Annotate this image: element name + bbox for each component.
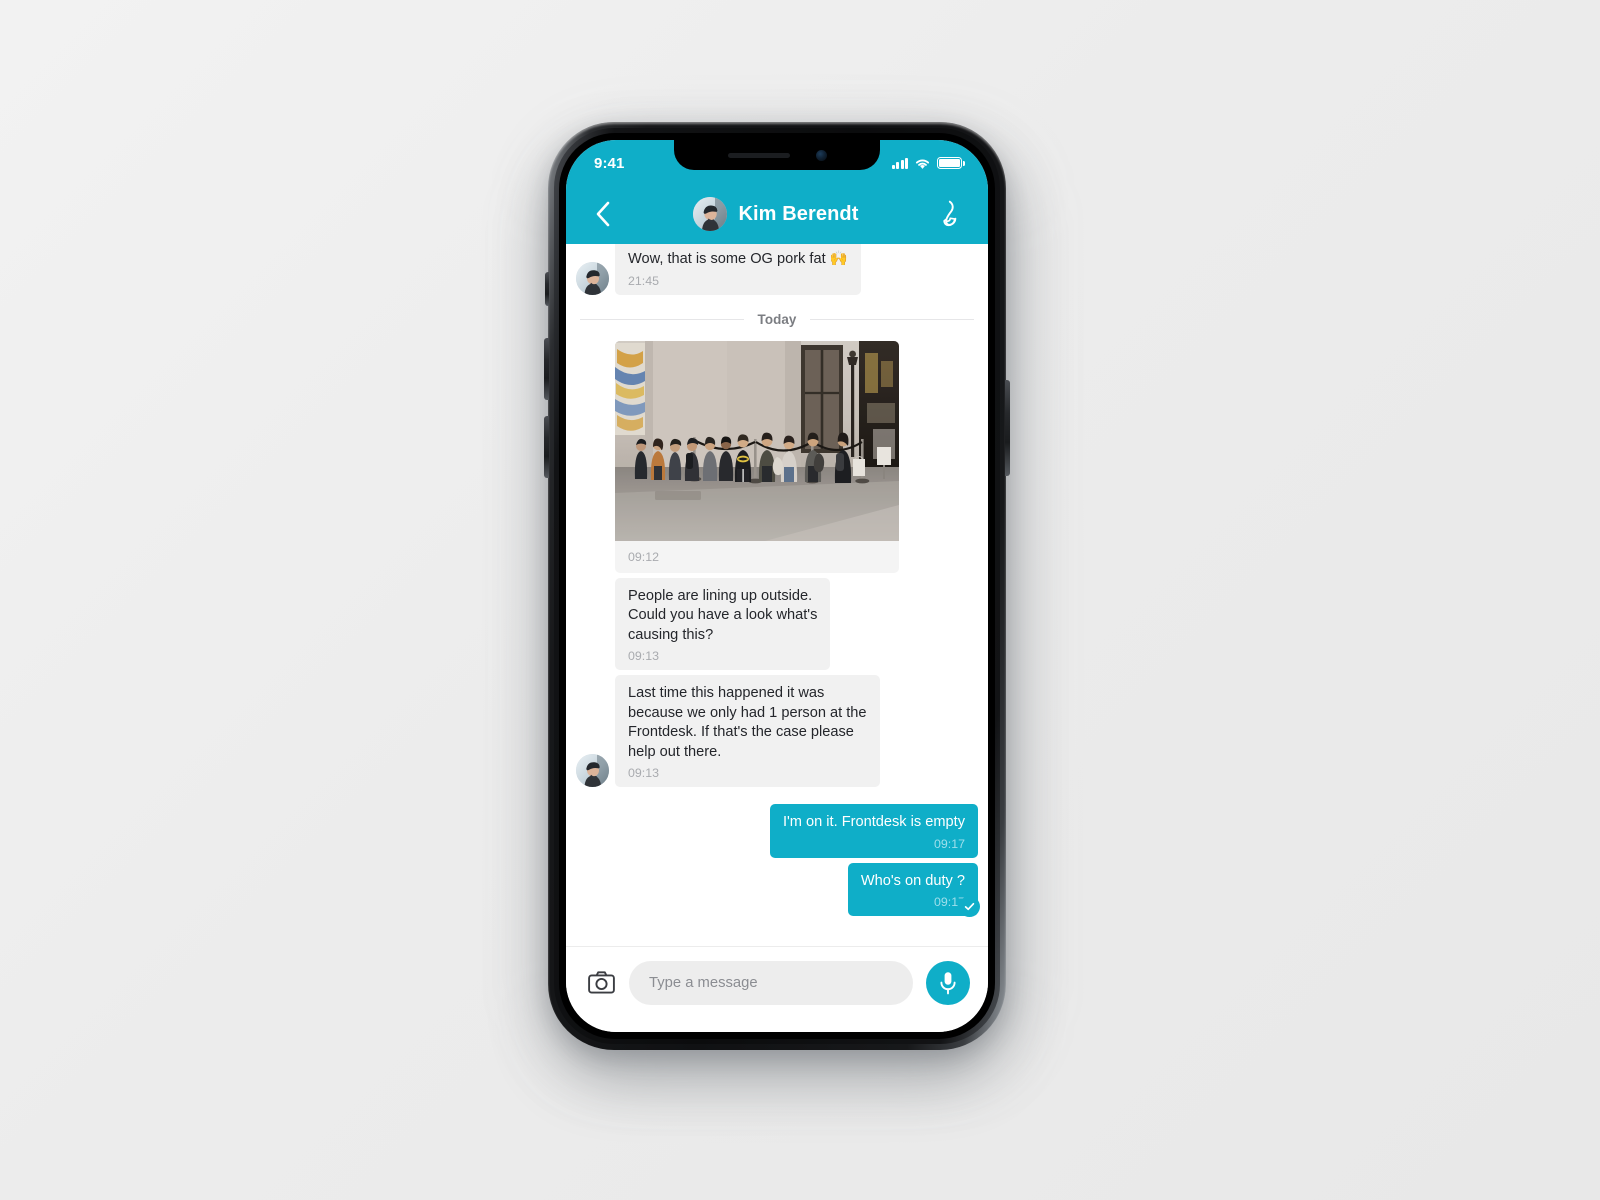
phone-device: 9:41 Kim Berendt Wow, that is some OG po…: [544, 122, 1018, 1060]
message-row[interactable]: 09:12: [566, 340, 988, 573]
message-text: Last time this happened it was because w…: [628, 685, 867, 760]
camera-icon: [587, 971, 615, 994]
message-input[interactable]: [629, 960, 913, 1005]
notch: [674, 140, 880, 170]
camera-button[interactable]: [586, 968, 616, 998]
message-bubble[interactable]: People are lining up outside. Could you …: [615, 577, 831, 670]
message-time: 09:12: [628, 549, 660, 564]
message-row-outgoing[interactable]: Who's on duty ? 09:17: [566, 862, 988, 916]
check-circle-icon: [964, 902, 975, 911]
device-frame: 9:41 Kim Berendt Wow, that is some OG po…: [544, 122, 1010, 1050]
avatar: [576, 261, 609, 295]
message-row[interactable]: Last time this happened it was because w…: [566, 675, 988, 787]
chevron-left-icon: [596, 201, 610, 227]
message-list[interactable]: Wow, that is some OG pork fat 🙌 21:45 To…: [566, 244, 988, 946]
signal-bars-icon: [891, 157, 908, 169]
call-button[interactable]: [932, 197, 966, 231]
divider-line-right: [810, 318, 975, 320]
message-text: Who's on duty ?: [860, 872, 965, 889]
silent-switch-button[interactable]: [545, 272, 549, 306]
phone-screen: 9:41 Kim Berendt Wow, that is some OG po…: [566, 140, 988, 1032]
message-time: 09:17: [933, 895, 965, 909]
status-badge: [959, 896, 980, 917]
message-text: Wow, that is some OG pork fat 🙌: [628, 251, 848, 267]
status-time: 9:41: [594, 154, 625, 172]
message-bubble-image[interactable]: 09:12: [615, 340, 899, 573]
message-time: 21:45: [628, 273, 660, 288]
day-divider-label: Today: [757, 311, 797, 327]
message-text: I'm on it. Frontdesk is empty: [782, 814, 965, 830]
back-button[interactable]: [586, 197, 620, 231]
contact-avatar: [693, 197, 728, 231]
wifi-icon: [915, 159, 930, 169]
volume-down-button[interactable]: [544, 416, 549, 478]
message-row-outgoing[interactable]: I'm on it. Frontdesk is empty 09:17: [566, 804, 988, 858]
message-bubble-outgoing[interactable]: I'm on it. Frontdesk is empty 09:17: [769, 804, 978, 858]
message-row[interactable]: Wow, that is some OG pork fat 🙌 21:45: [566, 244, 988, 295]
message-bubble[interactable]: Last time this happened it was because w…: [615, 675, 880, 787]
microphone-icon: [940, 971, 956, 994]
page-title: Kim Berendt: [738, 202, 859, 225]
message-row[interactable]: People are lining up outside. Could you …: [566, 577, 988, 670]
message-time: 09:17: [933, 836, 965, 851]
volume-up-button[interactable]: [544, 338, 549, 400]
front-camera-icon: [815, 149, 827, 161]
chat-header: Kim Berendt: [566, 184, 988, 244]
message-time: 09:13: [628, 649, 660, 663]
message-bubble[interactable]: Wow, that is some OG pork fat 🙌 21:45: [615, 244, 861, 295]
speaker-grille-icon: [727, 152, 790, 158]
message-time: 09:13: [628, 766, 660, 780]
header-contact[interactable]: Kim Berendt: [620, 197, 932, 231]
avatar: [576, 754, 609, 787]
day-divider: Today: [566, 300, 988, 341]
phone-call-icon: [943, 200, 957, 227]
battery-full-icon: [937, 157, 965, 169]
power-button[interactable]: [1005, 380, 1010, 476]
divider-line-left: [580, 318, 744, 320]
message-text: People are lining up outside. Could you …: [628, 587, 818, 643]
message-input-bar: [566, 946, 988, 1032]
status-icons: [891, 155, 965, 170]
voice-record-button[interactable]: [926, 960, 970, 1005]
message-photo[interactable]: [615, 340, 899, 541]
